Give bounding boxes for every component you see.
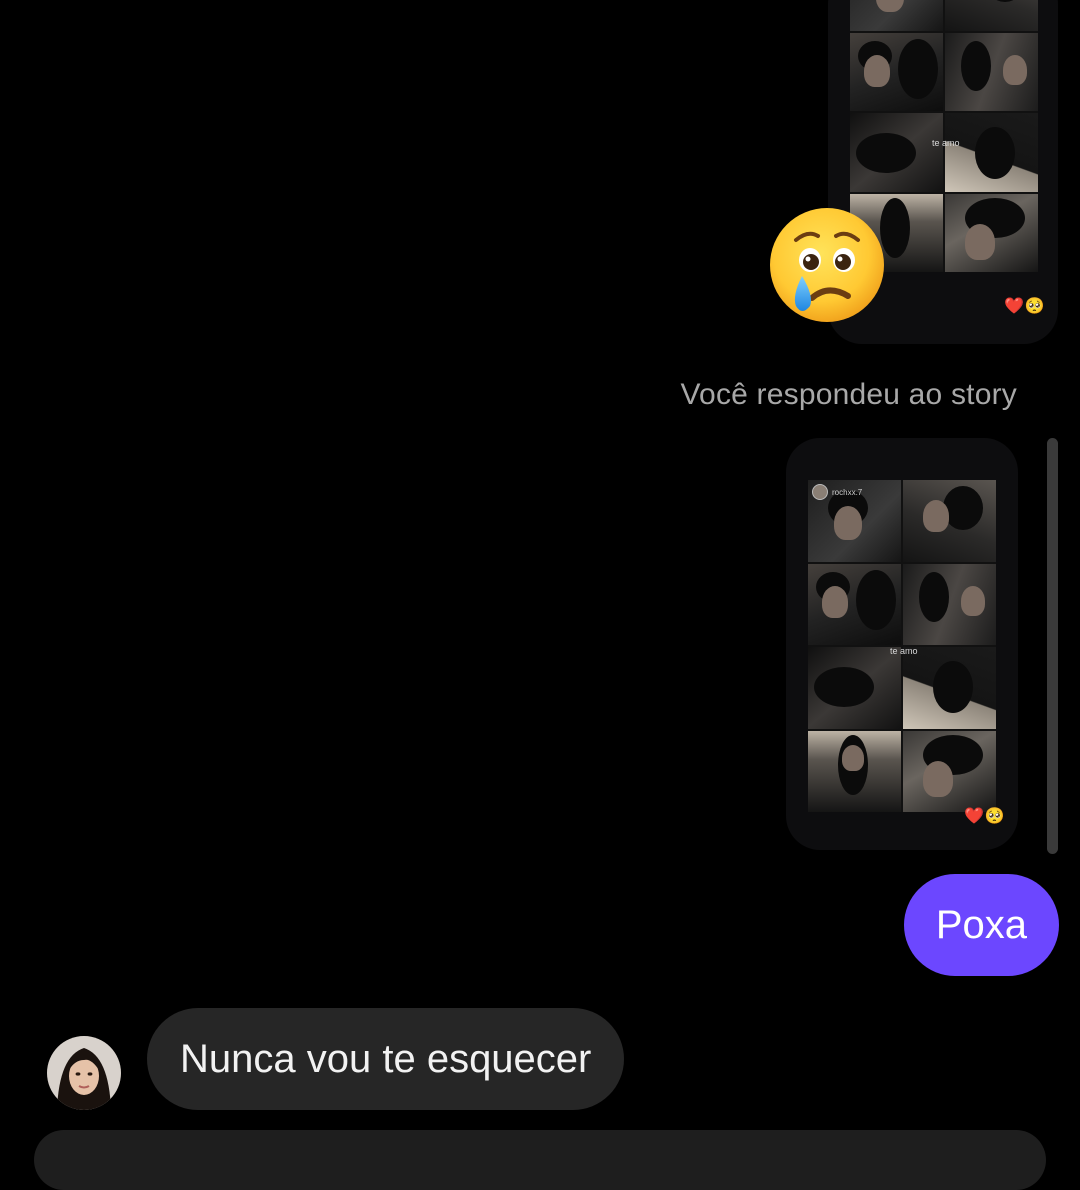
message-bubble-incoming[interactable]: Nunca vou te esquecer [147, 1008, 625, 1110]
heart-emoji: ❤️ [1004, 298, 1024, 315]
message-bubble-outgoing[interactable]: Poxa [903, 874, 1059, 976]
story-reply-card-2[interactable]: rochxx.7 te amo ❤️ 🥺 [786, 438, 1018, 850]
pleading-emoji: 🥺 [984, 808, 1005, 825]
heart-emoji: ❤️ [964, 808, 984, 825]
story-caption: te amo [890, 646, 918, 656]
scrollbar[interactable] [1047, 438, 1058, 854]
message-text: Nunca vou te esquecer [180, 1036, 592, 1081]
story-emoji-stickers: ❤️ 🥺 [964, 806, 1005, 826]
message-text: Poxa [935, 902, 1027, 947]
story-username: rochxx.7 [812, 484, 862, 500]
story-user-avatar [812, 484, 828, 500]
story-username-label: rochxx.7 [832, 487, 863, 497]
story-emoji-stickers: ❤️ 🥺 [1004, 296, 1045, 316]
crying-face-reaction-icon[interactable] [768, 206, 886, 324]
contact-avatar[interactable] [47, 1036, 121, 1110]
pleading-emoji: 🥺 [1024, 298, 1045, 315]
message-composer[interactable] [34, 1130, 1046, 1190]
story-caption: te amo [932, 138, 960, 148]
story-reply-note: Você respondeu ao story [680, 378, 1017, 411]
